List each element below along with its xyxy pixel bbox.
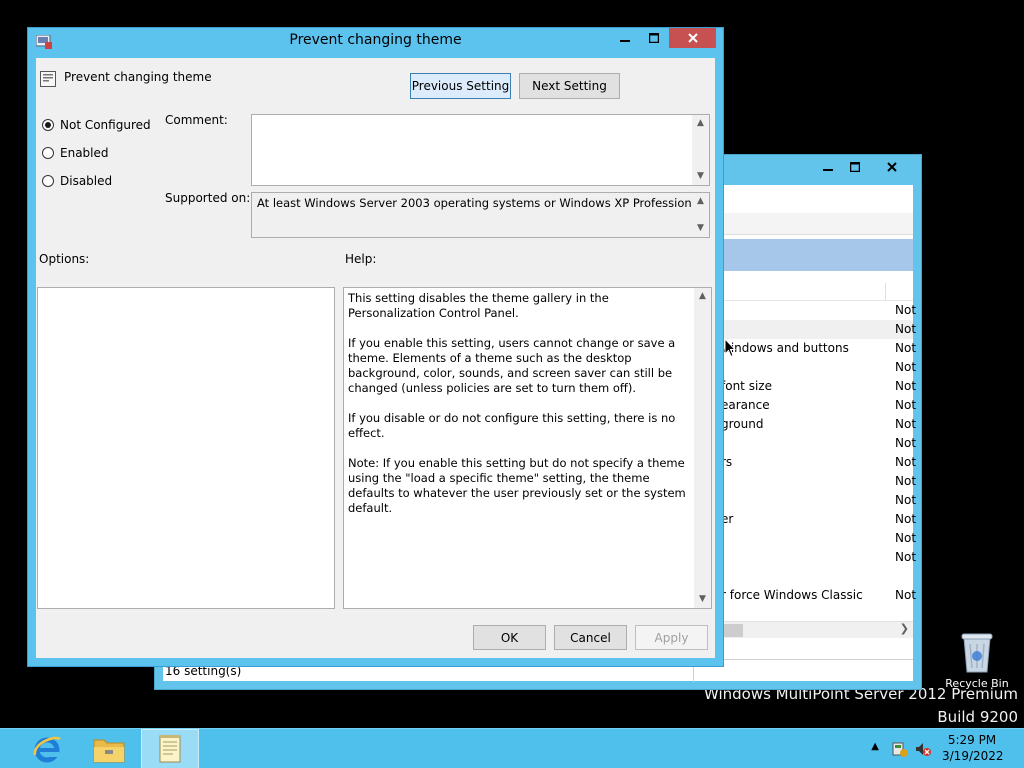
setting-state: Not — [895, 341, 917, 355]
system-clock[interactable]: 5:29 PM 3/19/2022 — [942, 732, 1004, 764]
taskbar: ▲ 5:29 PM 3/19/2022 — [0, 728, 1024, 768]
dialog-caption-buttons — [611, 28, 716, 48]
setting-state: Not — [895, 379, 917, 393]
scroll-up-icon[interactable]: ▲ — [692, 115, 709, 132]
action-center-icon[interactable] — [891, 740, 909, 758]
bg-window-caption-buttons — [814, 157, 915, 177]
help-paragraph: If you enable this setting, users cannot… — [348, 336, 676, 395]
maximize-icon — [648, 33, 659, 43]
close-icon — [886, 162, 897, 172]
setting-state: Not — [895, 398, 917, 412]
options-label: Options: — [39, 252, 90, 266]
bg-maximize-button[interactable] — [841, 157, 868, 177]
scroll-right-icon[interactable]: ❯ — [900, 622, 909, 635]
radio-label-not-configured: Not Configured — [60, 118, 151, 132]
setting-state: Not — [895, 493, 917, 507]
volume-muted-icon[interactable] — [914, 740, 932, 758]
setting-state: Not — [895, 417, 917, 431]
show-hidden-icons-icon[interactable]: ▲ — [871, 741, 879, 752]
setting-state: Not — [895, 474, 917, 488]
radio-enabled[interactable]: Enabled — [42, 146, 109, 160]
scroll-down-icon[interactable]: ▼ — [692, 220, 709, 237]
policy-setting-icon — [40, 71, 56, 87]
radio-not-configured[interactable]: Not Configured — [42, 118, 151, 132]
radio-dot-selected — [42, 119, 54, 131]
os-watermark-build: Build 9200 — [937, 708, 1018, 726]
setting-state: Not — [895, 322, 917, 336]
dialog-body: Prevent changing theme Previous Setting … — [36, 58, 715, 658]
maximize-icon — [849, 162, 860, 172]
scroll-up-icon[interactable]: ▲ — [692, 193, 709, 210]
folder-icon — [93, 739, 125, 763]
help-paragraph: This setting disables the theme gallery … — [348, 291, 609, 320]
recycle-bin-icon — [961, 633, 993, 673]
radio-label-enabled: Enabled — [60, 146, 109, 160]
cancel-button[interactable]: Cancel — [554, 625, 627, 650]
setting-name: windows and buttons — [721, 341, 849, 355]
previous-setting-button[interactable]: Previous Setting — [410, 73, 511, 99]
supported-on-field[interactable]: At least Windows Server 2003 operating s… — [251, 192, 710, 238]
help-scrollbar[interactable]: ▲ ▼ — [694, 288, 711, 608]
scroll-down-icon[interactable]: ▼ — [692, 168, 709, 185]
setting-state: Not — [895, 512, 917, 526]
help-paragraph: If you disable or do not configure this … — [348, 411, 676, 440]
radio-dot — [42, 147, 54, 159]
comment-field[interactable]: ▲ ▼ — [251, 114, 710, 186]
next-setting-button[interactable]: Next Setting — [519, 73, 620, 99]
clock-date: 3/19/2022 — [942, 749, 1004, 763]
help-label: Help: — [345, 252, 377, 266]
setting-state: Not — [895, 436, 917, 450]
bg-close-button[interactable] — [868, 157, 915, 177]
setting-state: Not — [895, 360, 917, 374]
help-pane[interactable]: This setting disables the theme gallery … — [343, 287, 712, 609]
bg-minimize-button[interactable] — [814, 157, 841, 177]
radio-label-disabled: Disabled — [60, 174, 113, 188]
setting-state: Not — [895, 531, 917, 545]
scroll-down-icon[interactable]: ▼ — [694, 591, 711, 608]
close-button[interactable] — [669, 28, 716, 48]
setting-name: r force Windows Classic — [721, 588, 863, 602]
ok-button[interactable]: OK — [473, 625, 546, 650]
maximize-button[interactable] — [640, 28, 667, 48]
setting-name: earance — [721, 398, 770, 412]
supported-on-value: At least Windows Server 2003 operating s… — [257, 196, 702, 210]
close-icon — [687, 33, 698, 43]
setting-name: ground — [721, 417, 764, 431]
policy-name: Prevent changing theme — [64, 70, 212, 84]
setting-state: Not — [895, 455, 917, 469]
help-paragraph: Note: If you enable this setting but do … — [348, 456, 686, 515]
minimize-button[interactable] — [611, 28, 638, 48]
internet-explorer-icon — [33, 736, 61, 763]
radio-disabled[interactable]: Disabled — [42, 174, 112, 188]
notepad-icon — [159, 735, 181, 763]
scroll-up-icon[interactable]: ▲ — [694, 288, 711, 305]
comment-label: Comment: — [165, 113, 228, 127]
supported-scrollbar[interactable]: ▲ ▼ — [692, 193, 709, 237]
clock-time: 5:29 PM — [947, 733, 997, 747]
taskbar-notepad[interactable] — [141, 729, 199, 768]
setting-state: Not — [895, 303, 917, 317]
apply-button[interactable]: Apply — [635, 625, 708, 650]
policy-dialog[interactable]: Prevent changing theme Prevent changing … — [27, 27, 724, 667]
options-pane — [37, 287, 335, 609]
help-text: This setting disables the theme gallery … — [348, 291, 689, 531]
setting-state: Not — [895, 550, 917, 564]
taskbar-internet-explorer[interactable] — [18, 729, 76, 768]
minimize-icon — [822, 169, 833, 171]
minimize-icon — [619, 40, 630, 42]
recycle-bin[interactable]: Recycle Bin — [945, 630, 1009, 690]
recycle-bin-label: Recycle Bin — [945, 677, 1009, 690]
supported-on-label: Supported on: — [165, 191, 251, 205]
comment-scrollbar[interactable]: ▲ ▼ — [692, 115, 709, 185]
mouse-cursor-icon — [724, 338, 736, 358]
radio-dot — [42, 175, 54, 187]
taskbar-file-explorer[interactable] — [80, 729, 138, 768]
setting-name: font size — [721, 379, 772, 393]
setting-state: Not — [895, 588, 917, 602]
